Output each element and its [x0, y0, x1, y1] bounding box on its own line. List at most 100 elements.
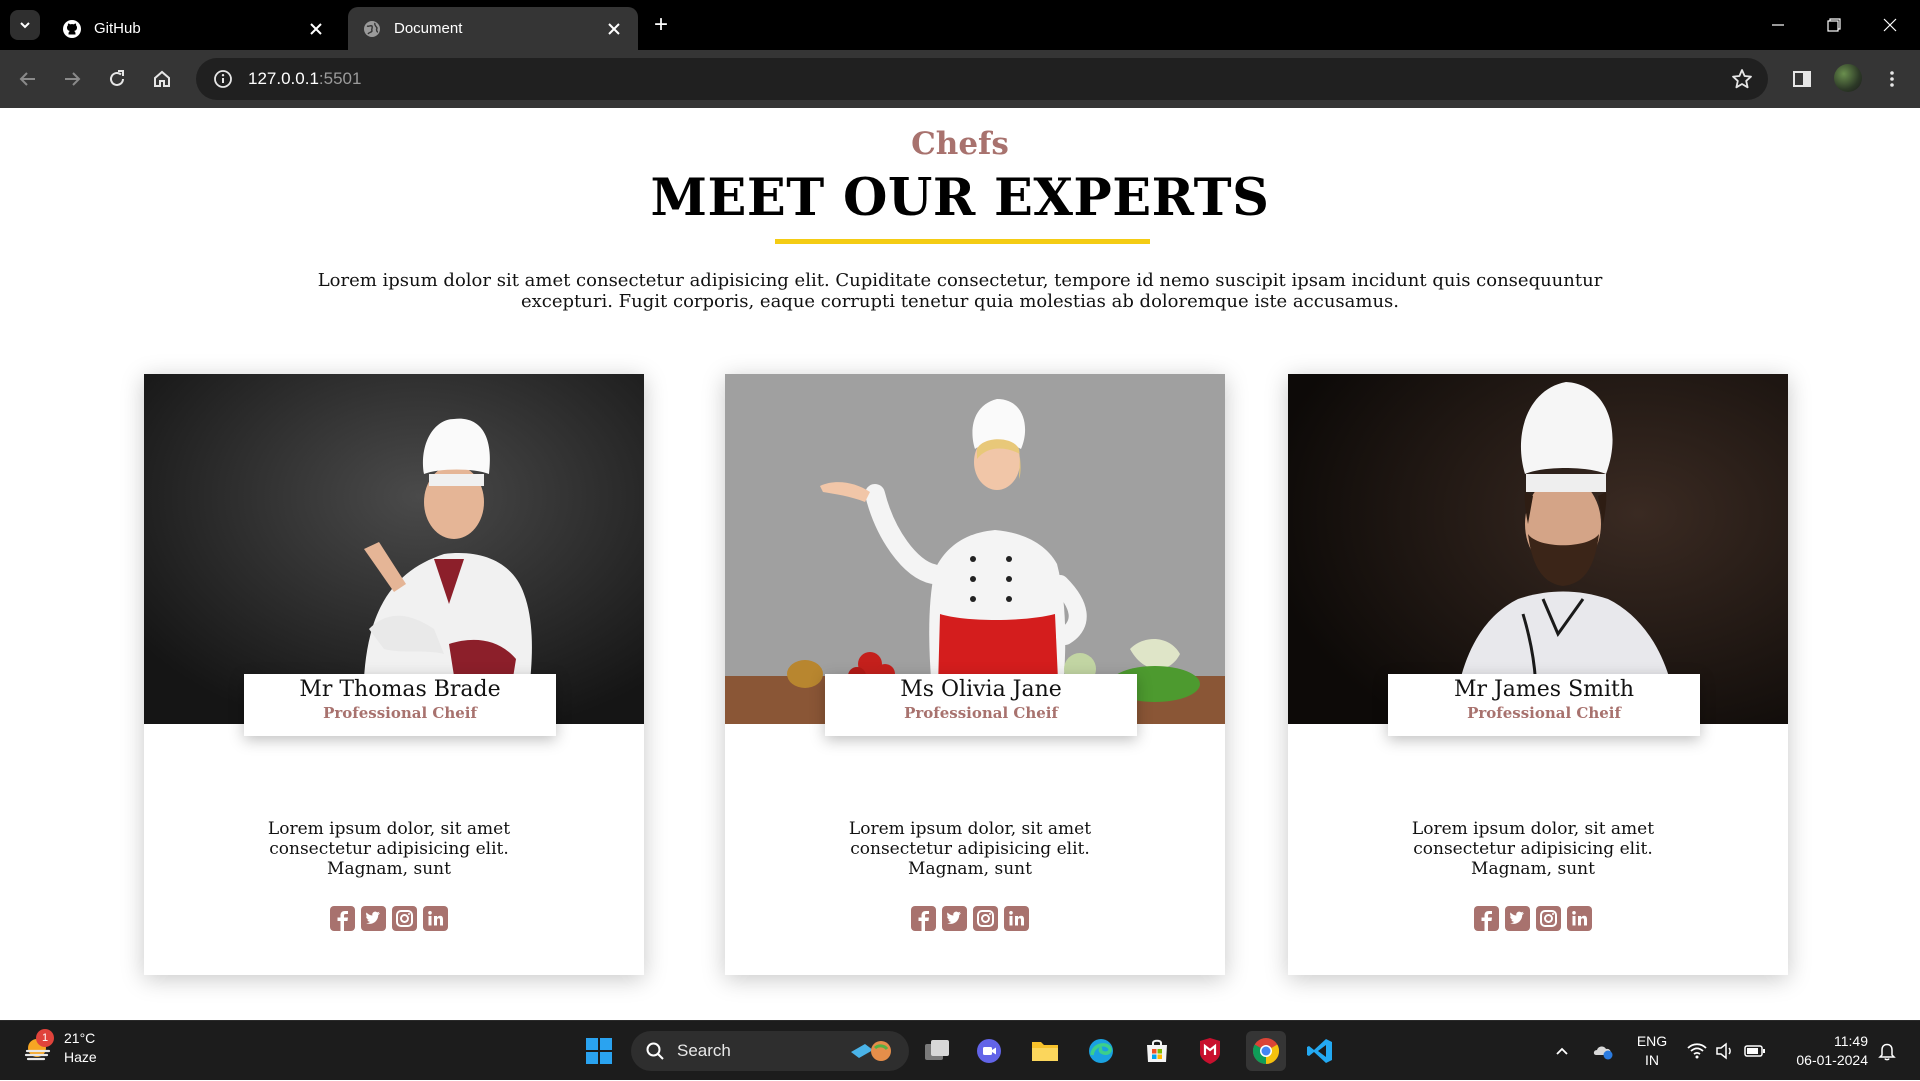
windows-logo-icon	[586, 1038, 612, 1064]
arrow-left-icon	[19, 72, 35, 86]
language-code: ENG	[1636, 1033, 1668, 1049]
chef-card: Mr Thomas Brade Professional Cheif Lorem…	[144, 374, 644, 975]
weather-widget[interactable]: 1 21°C Haze	[22, 1029, 97, 1067]
linkedin-icon[interactable]	[1566, 905, 1593, 932]
task-view-button[interactable]	[917, 1031, 957, 1071]
region-code: IN	[1645, 1052, 1659, 1068]
chef-role: Professional Cheif	[1467, 704, 1621, 722]
search-icon	[646, 1042, 664, 1060]
globe-icon	[362, 19, 382, 39]
back-button[interactable]	[12, 63, 44, 95]
store-icon	[1147, 1039, 1167, 1062]
facebook-icon[interactable]	[329, 905, 356, 932]
teams-chat-button[interactable]	[969, 1031, 1009, 1071]
url-text: 127.0.0.1:5501	[248, 69, 361, 89]
mcafee-button[interactable]	[1190, 1031, 1230, 1071]
chef-name-box: Ms Olivia Jane Professional Cheif	[825, 674, 1137, 736]
vscode-button[interactable]	[1300, 1031, 1340, 1071]
forward-button[interactable]	[56, 63, 88, 95]
windows-taskbar: 1 21°C Haze Search ENG IN 11:49 06-01-20…	[0, 1020, 1920, 1080]
chevron-down-icon	[20, 22, 30, 29]
windows-start-button[interactable]	[579, 1031, 619, 1071]
social-links	[144, 905, 634, 932]
instagram-icon[interactable]	[972, 905, 999, 932]
chef-photo	[1288, 374, 1788, 724]
page-title: MEET OUR EXPERTS	[650, 168, 1270, 228]
tab-document[interactable]: Document	[348, 7, 638, 50]
wifi-icon[interactable]	[1684, 1021, 1710, 1081]
video-chat-icon	[977, 1039, 1001, 1063]
title-underline	[775, 239, 1150, 244]
language-indicator[interactable]: ENG IN	[1632, 1032, 1672, 1070]
close-tab-icon[interactable]	[604, 19, 624, 39]
show-hidden-icons-button[interactable]	[1550, 1021, 1574, 1081]
twitter-icon[interactable]	[941, 905, 968, 932]
vscode-icon	[1307, 1039, 1332, 1063]
file-explorer-button[interactable]	[1025, 1031, 1065, 1071]
chef-photo	[144, 374, 644, 724]
edge-browser-button[interactable]	[1081, 1031, 1121, 1071]
minimize-icon	[1772, 24, 1784, 26]
linkedin-icon[interactable]	[422, 905, 449, 932]
minimize-button[interactable]	[1750, 0, 1806, 50]
page-content: Chefs MEET OUR EXPERTS Lorem ipsum dolor…	[0, 108, 1920, 1020]
address-bar[interactable]: 127.0.0.1:5501	[196, 58, 1768, 100]
search-label: Search	[677, 1041, 731, 1060]
tab-title: GitHub	[94, 20, 141, 37]
close-window-button[interactable]	[1862, 0, 1918, 50]
url-host: 127.0.0.1	[248, 69, 319, 88]
facebook-icon[interactable]	[910, 905, 937, 932]
site-info-icon[interactable]	[202, 58, 244, 100]
close-tab-icon[interactable]	[306, 19, 326, 39]
browser-menu-button[interactable]	[1876, 63, 1908, 95]
new-tab-button[interactable]: +	[648, 11, 674, 38]
chef-name: Mr Thomas Brade	[299, 677, 501, 702]
linkedin-icon[interactable]	[1003, 905, 1030, 932]
volume-icon[interactable]	[1712, 1021, 1738, 1081]
system-clock[interactable]: 11:49 06-01-2024	[1780, 1032, 1868, 1070]
profile-avatar[interactable]	[1834, 64, 1862, 92]
chef-role: Professional Cheif	[323, 704, 477, 722]
microsoft-store-button[interactable]	[1137, 1031, 1177, 1071]
close-icon	[1883, 18, 1897, 32]
browser-tab-strip: GitHub Document +	[0, 0, 1920, 50]
arrow-right-icon	[65, 72, 81, 86]
instagram-icon[interactable]	[391, 905, 418, 932]
mcafee-shield-icon	[1200, 1038, 1220, 1064]
chef-card: Mr James Smith Professional Cheif Lorem …	[1288, 374, 1788, 975]
home-button[interactable]	[146, 63, 178, 95]
twitter-icon[interactable]	[1504, 905, 1531, 932]
facebook-icon[interactable]	[1473, 905, 1500, 932]
social-links	[725, 905, 1215, 932]
tab-search-button[interactable]	[10, 10, 40, 40]
weather-temperature: 21°C	[64, 1030, 96, 1046]
side-panel-button[interactable]	[1786, 63, 1818, 95]
github-icon	[62, 19, 82, 39]
chef-name-box: Mr Thomas Brade Professional Cheif	[244, 674, 556, 736]
url-port: :5501	[318, 69, 362, 88]
chef-photo	[725, 374, 1225, 724]
tab-title: Document	[394, 20, 463, 37]
chef-description: Lorem ipsum dolor, sit amet consectetur …	[848, 819, 1092, 879]
notifications-button[interactable]	[1874, 1021, 1900, 1081]
taskbar-search[interactable]: Search	[631, 1031, 909, 1071]
onedrive-tray-icon[interactable]	[1588, 1021, 1618, 1081]
bookmark-star-icon[interactable]	[1730, 67, 1754, 91]
chef-description: Lorem ipsum dolor, sit amet consectetur …	[267, 819, 511, 879]
bell-icon	[1878, 1043, 1896, 1061]
instagram-icon[interactable]	[1535, 905, 1562, 932]
intro-paragraph: Lorem ipsum dolor sit amet consectetur a…	[317, 270, 1603, 312]
folder-icon	[1032, 1042, 1058, 1061]
reload-icon	[110, 70, 124, 86]
clock-date: 06-01-2024	[1796, 1052, 1868, 1068]
tab-github[interactable]: GitHub	[48, 7, 340, 50]
chrome-button[interactable]	[1246, 1031, 1286, 1071]
restore-icon	[1827, 18, 1841, 32]
reload-button[interactable]	[101, 63, 133, 95]
twitter-icon[interactable]	[360, 905, 387, 932]
weather-badge: 1	[36, 1029, 54, 1047]
side-panel-icon	[1793, 71, 1811, 87]
battery-icon[interactable]	[1742, 1021, 1768, 1081]
restore-button[interactable]	[1806, 0, 1862, 50]
search-highlight-icon	[851, 1041, 891, 1061]
